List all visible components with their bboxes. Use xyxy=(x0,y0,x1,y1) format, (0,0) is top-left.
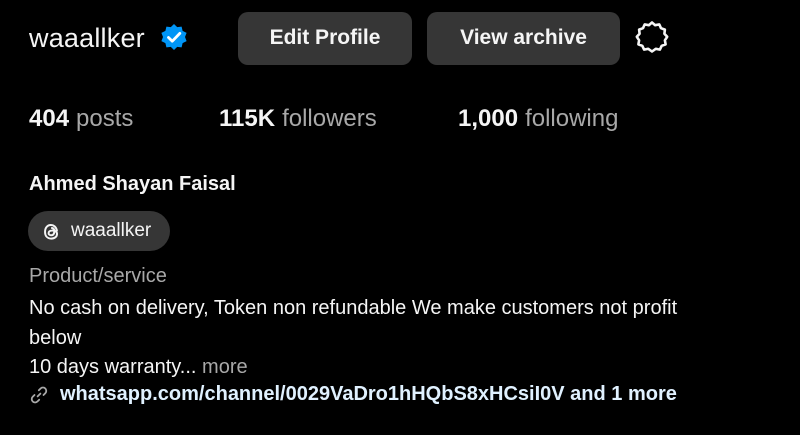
profile-bio: No cash on delivery, Token non refundabl… xyxy=(29,294,800,383)
following-stat[interactable]: 1,000 following xyxy=(458,105,618,133)
view-archive-button[interactable]: View archive xyxy=(427,11,620,65)
followers-count: 115K xyxy=(219,105,276,132)
followers-stat[interactable]: 115K followers xyxy=(219,105,458,133)
profile-link-row: whatsapp.com/channel/0029VaDro1hHQbS8xHC… xyxy=(29,383,677,406)
link-icon xyxy=(29,385,49,405)
threads-handle: waaallker xyxy=(71,220,152,241)
following-label: following xyxy=(525,105,619,132)
gear-icon[interactable] xyxy=(633,19,671,57)
profile-username: waaallker xyxy=(29,22,145,53)
followers-label: followers xyxy=(282,105,377,132)
threads-profile-button[interactable]: waaallker xyxy=(28,211,170,251)
bio-line-last: 10 days warranty... more xyxy=(29,353,800,383)
profile-stats: 404 posts 115K followers 1,000 following xyxy=(29,105,618,133)
posts-count: 404 xyxy=(29,105,70,132)
threads-icon xyxy=(39,219,64,244)
profile-external-link[interactable]: whatsapp.com/channel/0029VaDro1hHQbS8xHC… xyxy=(60,383,677,406)
verified-badge-icon xyxy=(158,22,190,54)
profile-category: Product/service xyxy=(29,265,167,287)
profile-top-row: waaallker Edit Profile View archive xyxy=(29,11,669,65)
profile-header: waaallker Edit Profile View archive 404 … xyxy=(0,0,800,435)
posts-stat[interactable]: 404 posts xyxy=(29,105,219,133)
profile-full-name: Ahmed Shayan Faisal xyxy=(29,173,236,195)
posts-label: posts xyxy=(76,105,134,132)
bio-line: below xyxy=(29,326,82,349)
bio-line-text: 10 days warranty... xyxy=(29,356,197,378)
edit-profile-button[interactable]: Edit Profile xyxy=(238,11,412,65)
bio-line: No cash on delivery, Token non refundabl… xyxy=(29,297,678,319)
bio-more-link[interactable]: more xyxy=(202,356,248,378)
following-count: 1,000 xyxy=(458,105,519,132)
